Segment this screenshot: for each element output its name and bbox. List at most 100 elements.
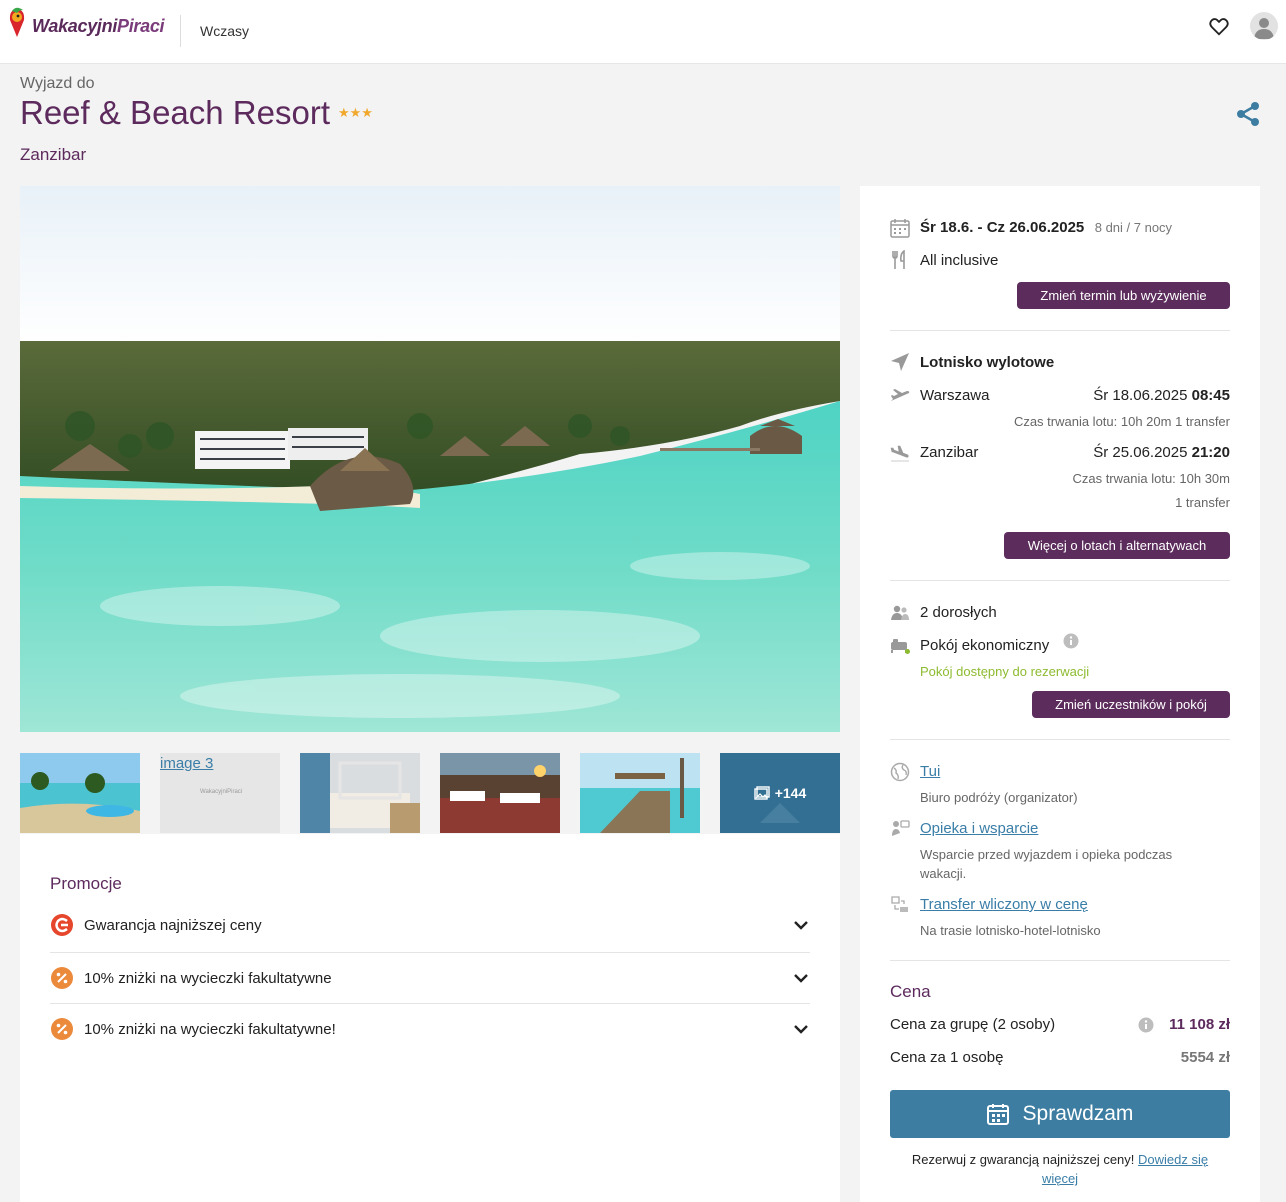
page-title: Reef & Beach Resort ★★★ <box>20 94 373 132</box>
trip-subtitle: Wyjazd do <box>20 75 95 92</box>
hotel-name: Reef & Beach Resort <box>20 94 330 131</box>
group-price-label: Cena za grupę (2 osoby) <box>890 1016 1056 1033</box>
lowest-price-guarantee-icon <box>51 914 73 936</box>
calendar-icon <box>890 219 910 238</box>
thumbnail-bedroom-photo <box>300 753 420 833</box>
chevron-down-icon[interactable] <box>792 916 810 934</box>
more-photos-badge: +144 <box>720 753 840 833</box>
thumbnail-5[interactable] <box>580 753 700 833</box>
chevron-down-icon[interactable] <box>792 1020 810 1038</box>
thumbnail-strip: image 3 WakacyjniPiraci +144 <box>20 753 840 833</box>
gallery-icon <box>754 786 770 800</box>
promo-item-discount-1[interactable]: 10% zniżki na wycieczki fakultatywne <box>50 953 810 1003</box>
header-divider <box>180 15 181 47</box>
group-price-value: 11 108 zł <box>1169 1016 1230 1033</box>
share-icon[interactable] <box>1235 101 1261 127</box>
change-term-button[interactable]: Zmień termin lub wyżywienie <box>1017 282 1230 309</box>
support-link[interactable]: Opieka i wsparcie <box>920 820 1038 837</box>
promotions-card: Promocje Gwarancja najniższej ceny 10% z… <box>20 834 840 1202</box>
top-header: WakacyjniPiraci Wczasy <box>0 0 1286 64</box>
learn-more-link[interactable]: Dowiedz się <box>1138 1152 1208 1167</box>
thumbnail-1[interactable] <box>20 753 140 833</box>
heart-icon[interactable] <box>1208 15 1230 37</box>
return-city: Zanzibar <box>920 444 979 461</box>
chevron-down-icon[interactable] <box>792 969 810 987</box>
person-price-value: 5554 zł <box>1180 1049 1230 1066</box>
room-availability: Pokój dostępny do rezerwacji <box>920 664 1090 679</box>
outbound-flight-info: Czas trwania lotu: 10h 20m 1 transfer <box>1013 414 1230 429</box>
section-divider <box>890 580 1230 581</box>
outbound-city: Warszawa <box>920 387 990 404</box>
outbound-time: 08:45 <box>1191 387 1230 404</box>
support-icon <box>892 820 910 836</box>
plane-landing-icon <box>890 445 909 462</box>
percent-icon <box>51 967 73 989</box>
user-icon <box>1254 18 1274 39</box>
info-icon[interactable] <box>1063 633 1079 649</box>
return-time: 21:20 <box>1191 444 1230 461</box>
bed-icon <box>891 639 910 654</box>
outbound-datetime: Śr 18.06.2025 08:45 <box>1093 387 1230 404</box>
hotel-stars: ★★★ <box>338 105 373 120</box>
promo-label: 10% zniżki na wycieczki fakultatywne! <box>84 1020 336 1038</box>
learn-more-link-continued[interactable]: więcej <box>1042 1171 1078 1186</box>
trip-dates: Śr 18.6. - Cz 26.06.2025 <box>920 219 1085 236</box>
percent-icon <box>51 1018 73 1040</box>
calendar-icon <box>986 1104 1009 1125</box>
user-avatar[interactable] <box>1250 12 1278 40</box>
thumbnail-2[interactable]: image 3 WakacyjniPiraci <box>160 753 280 833</box>
thumbnail-3[interactable] <box>300 753 420 833</box>
transfer-icon <box>891 896 908 912</box>
globe-icon <box>890 762 910 782</box>
beach-resort-photo <box>20 186 840 732</box>
navigation-arrow-icon <box>891 353 909 371</box>
cta-label: Sprawdzam <box>1022 1102 1134 1125</box>
nav-item-wczasy[interactable]: Wczasy <box>200 23 249 39</box>
booking-sidebar: Śr 18.6. - Cz 26.06.2025 8 dni / 7 nocy … <box>860 186 1260 1202</box>
site-logo[interactable]: WakacyjniPiraci <box>6 6 165 38</box>
transfer-link[interactable]: Transfer wliczony w cenę <box>920 896 1088 913</box>
return-datetime: Śr 25.06.2025 21:20 <box>1093 444 1230 461</box>
parrot-logo-icon <box>9 7 25 37</box>
plane-takeoff-icon <box>891 389 910 401</box>
support-description-2: wakacji. <box>920 866 967 881</box>
info-icon[interactable] <box>1138 1017 1154 1033</box>
more-photos-count: +144 <box>774 785 807 801</box>
price-title: Cena <box>890 982 931 1001</box>
thumbnail-4[interactable] <box>440 753 560 833</box>
more-flights-button[interactable]: Więcej o lotach i alternatywach <box>1004 532 1230 559</box>
support-description-1: Wsparcie przed wyjazdem i opieka podczas <box>920 847 1173 862</box>
return-transfer-info: 1 transfer <box>1175 495 1230 510</box>
thumbnail-restaurant-photo <box>440 753 560 833</box>
promo-item-discount-2[interactable]: 10% zniżki na wycieczki fakultatywne! <box>50 1004 810 1054</box>
trip-dates-row: Śr 18.6. - Cz 26.06.2025 8 dni / 7 nocy <box>920 219 1172 237</box>
promotions-title: Promocje <box>50 874 122 893</box>
cutlery-icon <box>892 250 905 269</box>
return-flight-info: Czas trwania lotu: 10h 30m <box>1072 471 1230 486</box>
trip-duration: 8 dni / 7 nocy <box>1094 220 1173 235</box>
section-divider <box>890 330 1230 331</box>
change-participants-button[interactable]: Zmień uczestników i pokój <box>1032 691 1230 718</box>
thumbnail-pier-photo <box>580 753 700 833</box>
check-availability-button[interactable]: Sprawdzam <box>890 1090 1230 1138</box>
organizer-description: Biuro podróży (organizator) <box>920 790 1078 805</box>
thumbnail-beach-photo <box>20 753 140 833</box>
main-photo[interactable] <box>20 186 840 732</box>
person-price-label: Cena za 1 osobę <box>890 1049 1004 1066</box>
adults-count: 2 dorosłych <box>920 604 997 621</box>
guarantee-text: Rezerwuj z gwarancją najniższej ceny! <box>911 1152 1135 1167</box>
section-divider <box>890 960 1230 961</box>
room-type: Pokój ekonomiczny <box>920 637 1050 654</box>
outbound-date: Śr 18.06.2025 <box>1093 387 1188 404</box>
promo-item-guarantee[interactable]: Gwarancja najniższej ceny <box>50 900 810 950</box>
departure-airport-title: Lotnisko wylotowe <box>920 354 1055 371</box>
thumbnail-more[interactable]: +144 <box>720 753 840 833</box>
transfer-description: Na trasie lotnisko-hotel-lotnisko <box>920 923 1101 938</box>
hotel-location: Zanzibar <box>20 145 87 164</box>
price-guarantee-note: Rezerwuj z gwarancją najniższej ceny! Do… <box>890 1150 1230 1188</box>
organizer-link[interactable]: Tui <box>920 763 940 780</box>
board-type: All inclusive <box>920 252 999 269</box>
thumbnail-alt-text: image 3 <box>160 755 214 772</box>
thumbnail-logo: WakacyjniPiraci <box>200 789 243 795</box>
people-icon <box>891 605 909 620</box>
